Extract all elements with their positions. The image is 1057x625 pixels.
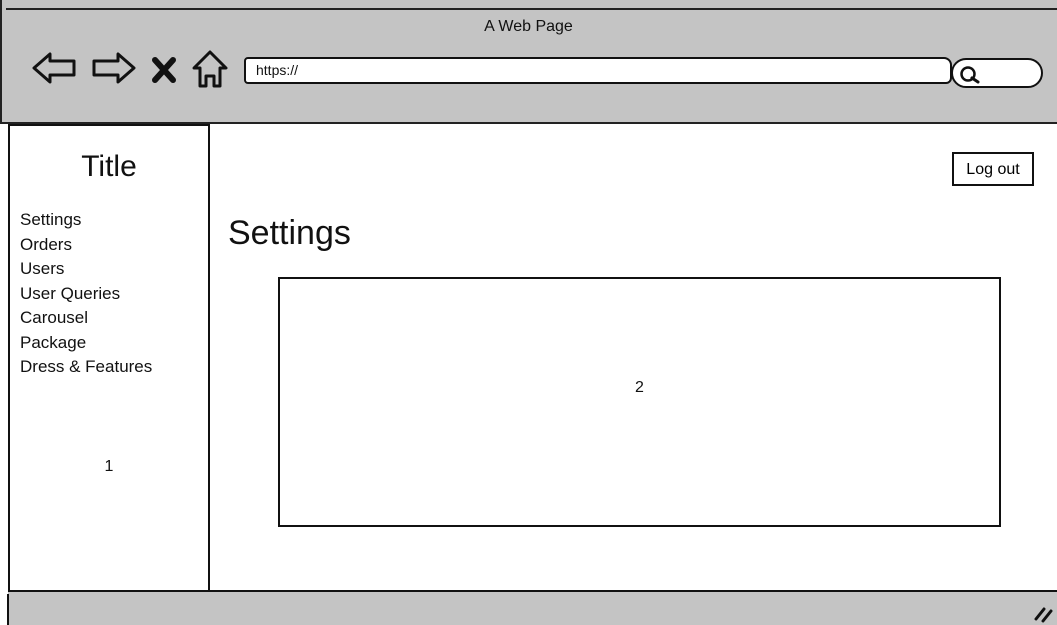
content-panel: 2 [278,277,1001,527]
status-bar [8,590,1057,625]
forward-arrow-icon[interactable] [88,48,138,88]
logout-button[interactable]: Log out [952,152,1034,186]
search-input[interactable] [951,58,1043,88]
close-x-icon[interactable] [148,54,180,86]
sidebar-item-users[interactable]: Users [20,257,152,282]
browser-window: A Web Page https:// Title Settings Order… [0,0,1057,625]
sidebar-title: Title [81,150,137,183]
home-icon[interactable] [190,48,230,90]
window-title: A Web Page [484,18,573,35]
sidebar: Title Settings Orders Users User Queries… [8,124,210,594]
page-title: Settings [228,214,351,252]
sidebar-region-marker: 1 [104,458,114,475]
sidebar-item-dress-features[interactable]: Dress & Features [20,355,152,380]
sidebar-item-orders[interactable]: Orders [20,233,152,258]
search-icon [960,66,980,84]
url-input[interactable]: https:// [244,57,952,84]
sidebar-item-carousel[interactable]: Carousel [20,306,152,331]
content-region-marker: 2 [635,379,644,396]
back-arrow-icon[interactable] [30,48,80,88]
sidebar-item-settings[interactable]: Settings [20,208,152,233]
sidebar-item-package[interactable]: Package [20,331,152,356]
sidebar-item-user-queries[interactable]: User Queries [20,282,152,307]
status-bar-edge [7,594,9,625]
toolbar-top-edge [6,8,1057,10]
resize-grip-icon[interactable] [1032,601,1054,623]
sidebar-nav: Settings Orders Users User Queries Carou… [20,208,152,380]
